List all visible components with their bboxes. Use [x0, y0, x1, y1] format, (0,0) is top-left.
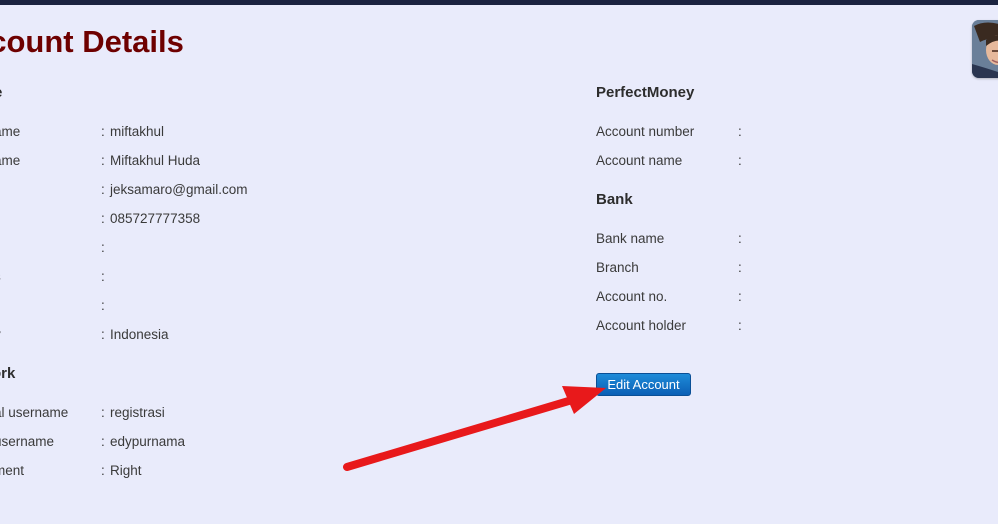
separator: : — [101, 240, 105, 255]
separator: : — [738, 153, 742, 168]
separator: : — [101, 327, 105, 342]
placement-value: Right — [110, 463, 142, 478]
profile-label-2: ame — [0, 153, 21, 168]
separator: : — [101, 211, 105, 226]
profile-label-1: ame — [0, 124, 21, 139]
separator: : — [101, 153, 105, 168]
profile-label-8: y — [0, 327, 1, 342]
section-heading-profile: e — [0, 84, 2, 101]
country-value: Indonesia — [110, 327, 169, 342]
avatar-photo — [972, 20, 998, 78]
separator: : — [738, 289, 742, 304]
separator: : — [738, 318, 742, 333]
section-heading-perfectmoney: PerfectMoney — [596, 84, 695, 101]
page-title: ccount Details — [0, 24, 184, 59]
account-holder-label: Account holder — [596, 318, 687, 333]
account-no-label: Account no. — [596, 289, 668, 304]
phone-value: 085727777358 — [110, 211, 201, 226]
separator: : — [101, 182, 105, 197]
separator: : — [101, 298, 105, 313]
username-value: miftakhul — [110, 124, 165, 139]
referral-username-value: registrasi — [110, 405, 165, 420]
bank-name-label: Bank name — [596, 231, 665, 246]
avatar[interactable] — [972, 20, 998, 78]
separator: : — [101, 124, 105, 139]
network-label-3: ment — [0, 463, 25, 478]
separator: : — [101, 269, 105, 284]
separator: : — [738, 231, 742, 246]
section-heading-bank: Bank — [596, 191, 633, 208]
separator: : — [738, 124, 742, 139]
separator: : — [101, 434, 105, 449]
network-label-2: username — [0, 434, 55, 449]
network-label-1: al username — [0, 405, 69, 420]
separator: : — [101, 463, 105, 478]
edit-account-button[interactable]: Edit Account — [596, 373, 691, 396]
top-bar — [0, 0, 998, 5]
pm-account-number-label: Account number — [596, 124, 695, 139]
section-heading-network: ork — [0, 365, 16, 382]
upline-username-value: edypurnama — [110, 434, 186, 449]
pm-account-name-label: Account name — [596, 153, 683, 168]
fullname-value: Miftakhul Huda — [110, 153, 201, 168]
separator: : — [101, 405, 105, 420]
profile-label-6: s — [0, 269, 1, 284]
branch-label: Branch — [596, 260, 639, 275]
separator: : — [738, 260, 742, 275]
email-value: jeksamaro@gmail.com — [110, 182, 248, 197]
